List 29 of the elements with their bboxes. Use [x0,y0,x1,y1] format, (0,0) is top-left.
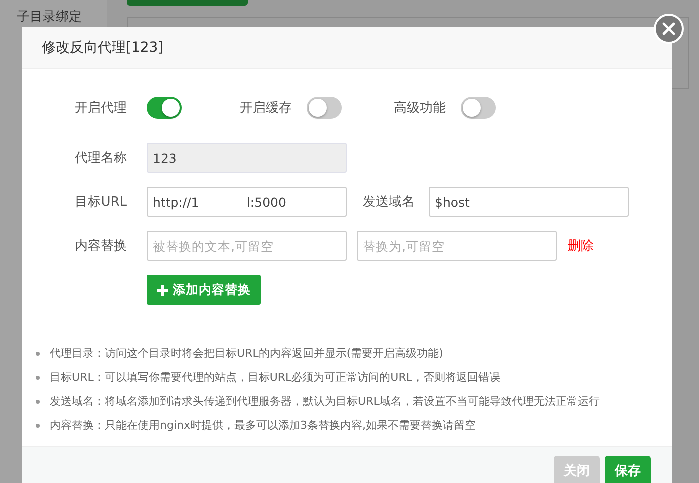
save-button[interactable]: 保存 [605,456,651,483]
domain-field[interactable]: $host [429,187,629,217]
bullet-icon [36,352,40,356]
tip-text: 目标URL：可以填写你需要代理的站点，目标URL必须为可正常访问的URL，否则将返回错误 [50,370,500,386]
toggle-switch[interactable] [461,97,496,119]
close-button[interactable] [654,14,684,44]
toggle-label: 高级功能 [393,100,447,117]
toggle-switch[interactable] [307,97,342,119]
bullet-icon [36,424,40,428]
toggle-switch[interactable] [147,97,182,119]
dialog-title: 修改反向代理[123] [42,38,164,56]
field-label: 代理名称 [74,150,128,167]
close-icon [662,22,676,36]
bullet-icon [36,400,40,404]
toggle-label: 开启代理 [74,100,128,117]
field-label: 发送域名 [363,194,415,211]
plus-icon [157,284,168,296]
toggle-label: 开启缓存 [239,100,293,117]
tip-text: 内容替换：只能在使用nginx时提供，最多可以添加3条替换内容,如果不需要替换请留空 [50,418,476,434]
tip-text: 发送域名：将域名添加到请求头传递到代理服务器，默认为目标URL域名，若设置不当可能导致代理无法正常运行 [50,394,600,410]
tip-text: 代理目录：访问这个目录时将会把目标URL的内容返回并显示(需要开启高级功能) [50,346,444,362]
url-field[interactable]: http://1 l:5000 [147,187,347,217]
add-replace-button[interactable]: 添加内容替换 [147,275,261,305]
bullet-icon [36,376,40,380]
replace-from-field[interactable]: 被替换的文本,可留空 [147,231,347,261]
field-label: 目标URL [74,194,128,211]
delete-link[interactable]: 删除 [568,237,594,255]
replace-to-field[interactable]: 替换为,可留空 [357,231,557,261]
field-label: 内容替换 [74,238,128,255]
